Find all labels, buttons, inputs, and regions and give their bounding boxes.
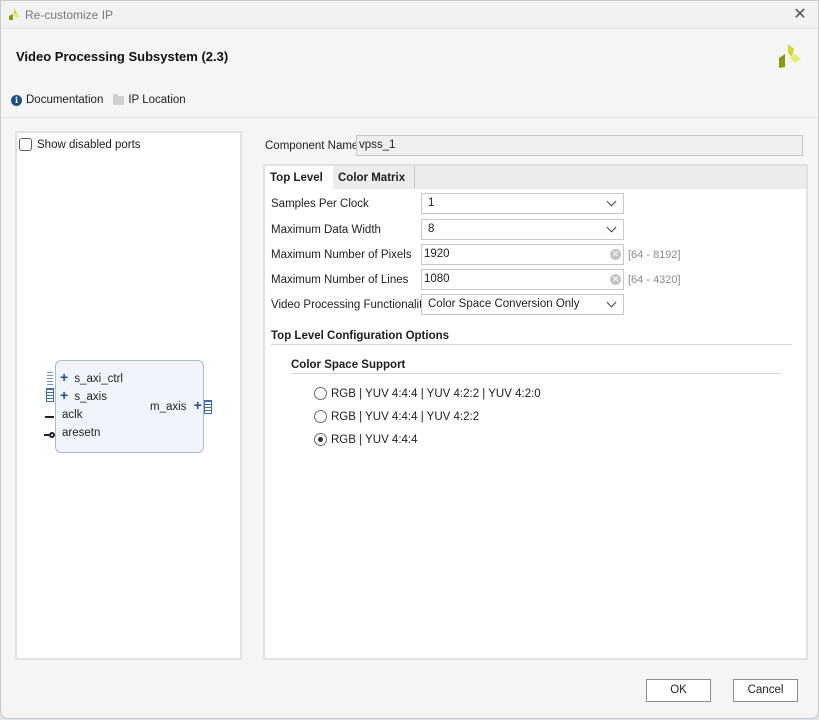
port-aresetn[interactable]: aresetn: [62, 427, 100, 439]
close-icon[interactable]: ✕: [790, 5, 810, 25]
chevron-down-icon: [606, 297, 617, 308]
max-lines-range: [64 - 4320]: [628, 273, 681, 286]
vivado-app-icon: [9, 8, 20, 20]
video-functionality-label: Video Processing Functionality: [271, 298, 429, 311]
max-pixels-range: [64 - 8192]: [628, 248, 681, 261]
max-lines-input[interactable]: 1080 ✕: [421, 269, 624, 290]
port-m-axis[interactable]: m_axis +: [150, 397, 202, 413]
show-disabled-ports-toggle[interactable]: Show disabled ports: [19, 138, 141, 151]
window-title: Re-customize IP: [25, 8, 114, 22]
expand-icon[interactable]: +: [60, 369, 68, 385]
cancel-button[interactable]: Cancel: [733, 679, 798, 702]
radio-button[interactable]: [314, 410, 327, 423]
samples-per-clock-label: Samples Per Clock: [271, 197, 369, 210]
max-pixels-input[interactable]: 1920 ✕: [421, 244, 624, 265]
documentation-label: Documentation: [26, 94, 104, 106]
section-divider: [271, 344, 792, 345]
component-name-label: Component Name: [265, 140, 359, 152]
info-icon: i: [11, 94, 22, 106]
color-space-option[interactable]: RGB | YUV 4:4:4 | YUV 4:2:2: [314, 410, 479, 423]
component-name-input[interactable]: vpss_1: [356, 135, 803, 156]
video-functionality-row: Video Processing Functionality Color Spa…: [271, 294, 624, 315]
ip-block-vpss[interactable]: + s_axi_ctrl + s_axis aclk aresetn m_axi…: [55, 360, 204, 453]
header-links: i Documentation IP Location: [11, 93, 186, 106]
ip-title: Video Processing Subsystem (2.3): [16, 49, 229, 64]
bus-interface-icon: [204, 400, 212, 414]
reset-port-wire-icon: [44, 432, 55, 438]
color-space-option[interactable]: RGB | YUV 4:4:4: [314, 433, 418, 446]
re-customize-ip-dialog: Re-customize IP ✕ Video Processing Subsy…: [0, 0, 819, 719]
tab-bar: Top Level Color Matrix: [265, 164, 806, 191]
ip-location-label: IP Location: [128, 94, 186, 106]
max-pixels-row: Maximum Number of Pixels 1920 ✕ [64 - 81…: [271, 244, 681, 265]
tab-color-matrix[interactable]: Color Matrix: [333, 166, 415, 189]
port-s-axis[interactable]: + s_axis: [60, 387, 107, 403]
max-data-width-row: Maximum Data Width 8: [271, 219, 624, 240]
bus-interface-icon: [46, 388, 54, 402]
max-data-width-select[interactable]: 8: [421, 219, 624, 240]
bus-interface-icon: [47, 372, 53, 386]
chevron-down-icon: [606, 196, 617, 207]
color-space-option[interactable]: RGB | YUV 4:4:4 | YUV 4:2:2 | YUV 4:2:0: [314, 387, 541, 400]
ip-location-link[interactable]: IP Location: [113, 93, 186, 106]
clear-icon[interactable]: ✕: [610, 274, 621, 285]
show-disabled-ports-label: Show disabled ports: [37, 138, 141, 151]
port-aclk[interactable]: aclk: [62, 409, 82, 421]
header-divider: [1, 117, 818, 118]
clear-icon[interactable]: ✕: [610, 249, 621, 260]
ip-symbol-panel: Show disabled ports + s_axi_ctrl + s_axi…: [15, 131, 242, 660]
max-lines-label: Maximum Number of Lines: [271, 273, 409, 286]
tab-top-level[interactable]: Top Level: [265, 166, 333, 191]
video-functionality-select[interactable]: Color Space Conversion Only: [421, 294, 624, 315]
ok-button[interactable]: OK: [646, 679, 711, 702]
max-pixels-label: Maximum Number of Pixels: [271, 248, 412, 261]
title-bar: Re-customize IP ✕: [1, 1, 818, 29]
subsection-divider: [291, 373, 780, 374]
documentation-link[interactable]: i Documentation: [11, 94, 103, 106]
config-tabs-panel: Top Level Color Matrix Samples Per Clock…: [263, 164, 808, 660]
samples-per-clock-select[interactable]: 1: [421, 193, 624, 214]
color-space-heading: Color Space Support: [291, 359, 406, 371]
xilinx-logo-icon: [779, 44, 801, 68]
expand-icon[interactable]: +: [194, 397, 202, 413]
samples-per-clock-row: Samples Per Clock 1: [271, 193, 624, 214]
max-lines-row: Maximum Number of Lines 1080 ✕ [64 - 432…: [271, 269, 681, 290]
expand-icon[interactable]: +: [60, 387, 68, 403]
folder-icon: [113, 93, 125, 105]
config-options-heading: Top Level Configuration Options: [271, 330, 450, 342]
radio-button[interactable]: [314, 387, 327, 400]
show-disabled-ports-checkbox[interactable]: [19, 138, 32, 151]
chevron-down-icon: [606, 222, 617, 233]
max-data-width-label: Maximum Data Width: [271, 223, 381, 236]
clock-port-wire-icon: [45, 416, 54, 418]
radio-button-selected[interactable]: [314, 433, 327, 446]
port-s-axi-ctrl[interactable]: + s_axi_ctrl: [60, 369, 123, 385]
